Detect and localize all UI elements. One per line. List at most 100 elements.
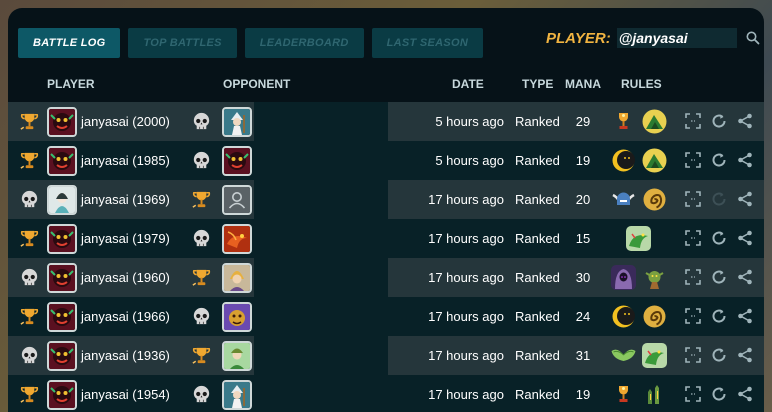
row-blank-area: [254, 102, 388, 141]
player-name[interactable]: janyasai (2000): [81, 102, 170, 141]
opponent-avatar[interactable]: [222, 146, 252, 176]
share-icon[interactable]: [737, 113, 753, 129]
tab-last-season[interactable]: LAST SEASON: [371, 28, 484, 58]
col-player: PLAYER: [47, 77, 95, 91]
expand-icon[interactable]: [685, 191, 701, 207]
player-search-input[interactable]: [616, 28, 737, 48]
table-row[interactable]: janyasai (1985) 5 hours ago Ranked 19: [8, 141, 764, 180]
replay-icon[interactable]: [711, 269, 727, 285]
expand-icon[interactable]: [685, 347, 701, 363]
player-name[interactable]: janyasai (1966): [81, 297, 170, 336]
battle-type: Ranked: [515, 153, 560, 168]
share-icon[interactable]: [737, 191, 753, 207]
trophy-icon: [190, 188, 213, 211]
table-row[interactable]: janyasai (1969) 17 hours ago Ranked 20: [8, 180, 764, 219]
replay-icon[interactable]: [711, 386, 727, 402]
table-row[interactable]: janyasai (1954) 17 hours ago Ranked 19: [8, 375, 764, 412]
battle-date: 17 hours ago: [428, 270, 504, 285]
player-name[interactable]: janyasai (1960): [81, 258, 170, 297]
eclipse-rule[interactable]: [611, 304, 636, 329]
expand-icon[interactable]: [685, 113, 701, 129]
green-dragon-rule[interactable]: [626, 226, 651, 251]
player-label: PLAYER:: [546, 29, 611, 47]
player-name[interactable]: janyasai (1936): [81, 336, 170, 375]
battle-type: Ranked: [515, 348, 560, 363]
winged-helm-rule[interactable]: [611, 187, 636, 212]
share-icon[interactable]: [737, 230, 753, 246]
player-name[interactable]: janyasai (1969): [81, 180, 170, 219]
expand-icon[interactable]: [685, 269, 701, 285]
battle-date: 17 hours ago: [428, 192, 504, 207]
player-avatar[interactable]: [47, 302, 77, 332]
player-avatar[interactable]: [47, 380, 77, 410]
col-rules: RULES: [621, 77, 662, 91]
opponent-avatar[interactable]: [222, 185, 252, 215]
skull-icon: [190, 110, 213, 133]
opponent-avatar[interactable]: [222, 107, 252, 137]
player-avatar[interactable]: [47, 341, 77, 371]
table-row[interactable]: janyasai (1960) 17 hours ago Ranked 30: [8, 258, 764, 297]
replay-icon[interactable]: [711, 230, 727, 246]
replay-icon[interactable]: [711, 347, 727, 363]
tab-top-battles[interactable]: TOP BATTLES: [128, 28, 237, 58]
share-icon[interactable]: [737, 152, 753, 168]
mana-cap: 19: [575, 153, 591, 168]
share-icon[interactable]: [737, 308, 753, 324]
replay-icon[interactable]: [711, 152, 727, 168]
expand-icon[interactable]: [685, 230, 701, 246]
share-icon[interactable]: [737, 269, 753, 285]
expand-icon[interactable]: [685, 152, 701, 168]
player-avatar[interactable]: [47, 263, 77, 293]
green-hill-rule[interactable]: [642, 109, 667, 134]
battle-date: 17 hours ago: [428, 387, 504, 402]
eclipse-rule[interactable]: [611, 148, 636, 173]
table-row[interactable]: janyasai (1936) 17 hours ago Ranked 31: [8, 336, 764, 375]
goblin-rule[interactable]: [642, 265, 667, 290]
skull-icon: [190, 305, 213, 328]
table-row[interactable]: janyasai (1979) 17 hours ago Ranked 15: [8, 219, 764, 258]
wings-rule[interactable]: [611, 343, 636, 368]
gold-trophy-rule[interactable]: [611, 109, 636, 134]
forest-rule[interactable]: [642, 382, 667, 407]
battle-type: Ranked: [515, 309, 560, 324]
opponent-avatar[interactable]: [222, 224, 252, 254]
green-hill-rule[interactable]: [642, 148, 667, 173]
opponent-avatar[interactable]: [222, 380, 252, 410]
tab-battle-log[interactable]: BATTLE LOG: [18, 28, 121, 58]
table-row[interactable]: janyasai (2000) 5 hours ago Ranked 29: [8, 102, 764, 141]
share-icon[interactable]: [737, 347, 753, 363]
opponent-avatar[interactable]: [222, 341, 252, 371]
player-name[interactable]: janyasai (1979): [81, 219, 170, 258]
mana-cap: 31: [575, 348, 591, 363]
player-avatar[interactable]: [47, 146, 77, 176]
search-icon[interactable]: [745, 30, 761, 46]
green-dragon-rule[interactable]: [642, 343, 667, 368]
hooded-rule[interactable]: [611, 265, 636, 290]
battle-rows: janyasai (2000) 5 hours ago Ranked 29 janyas…: [8, 102, 764, 412]
player-avatar[interactable]: [47, 185, 77, 215]
gold-trophy-rule[interactable]: [611, 382, 636, 407]
table-row[interactable]: janyasai (1966) 17 hours ago Ranked 24: [8, 297, 764, 336]
player-name[interactable]: janyasai (1985): [81, 141, 170, 180]
col-type: TYPE: [522, 77, 554, 91]
opponent-avatar[interactable]: [222, 302, 252, 332]
skull-icon: [190, 227, 213, 250]
spiral-rule[interactable]: [642, 187, 667, 212]
row-blank-area: [254, 219, 388, 258]
replay-icon[interactable]: [711, 113, 727, 129]
trophy-icon: [18, 149, 41, 172]
battle-date: 5 hours ago: [435, 153, 504, 168]
share-icon[interactable]: [737, 386, 753, 402]
battle-date: 17 hours ago: [428, 309, 504, 324]
expand-icon[interactable]: [685, 308, 701, 324]
player-avatar[interactable]: [47, 224, 77, 254]
player-name[interactable]: janyasai (1954): [81, 375, 170, 412]
expand-icon[interactable]: [685, 386, 701, 402]
replay-icon[interactable]: [711, 308, 727, 324]
opponent-avatar[interactable]: [222, 263, 252, 293]
row-blank-area: [254, 297, 388, 336]
mana-cap: 24: [575, 309, 591, 324]
spiral-rule[interactable]: [642, 304, 667, 329]
tab-leaderboard[interactable]: LEADERBOARD: [244, 28, 364, 58]
player-avatar[interactable]: [47, 107, 77, 137]
